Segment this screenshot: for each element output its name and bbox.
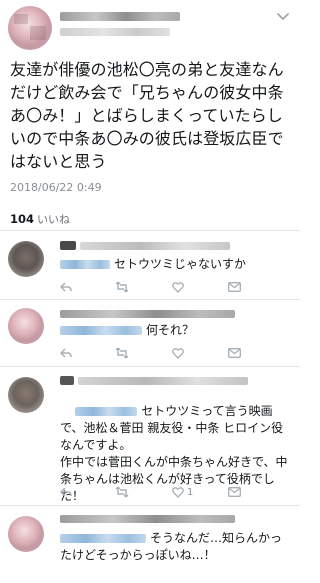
reply-text-line: 何それ？ xyxy=(60,322,194,339)
message-button[interactable] xyxy=(228,346,241,360)
display-name-redacted[interactable] xyxy=(60,515,235,523)
like-button[interactable]: 1 xyxy=(172,485,193,499)
tweet-text: 友達が俳優の池松〇亮の弟と友達なんだけど飲み会で「兄ちゃんの彼女中条あ〇み！」と… xyxy=(10,60,284,171)
reply-text: 何それ？ xyxy=(146,323,195,337)
avatar[interactable] xyxy=(8,308,44,344)
main-tweet: 友達が俳優の池松〇亮の弟と友達なんだけど飲み会で「兄ちゃんの彼女中条あ〇み！」と… xyxy=(0,0,300,230)
mention-redacted[interactable] xyxy=(60,534,146,543)
reply-tweet[interactable]: 何それ？ xyxy=(0,300,300,366)
retweet-icon xyxy=(115,347,129,359)
mail-icon xyxy=(228,348,241,358)
reply-button[interactable] xyxy=(60,346,72,360)
mention-redacted[interactable] xyxy=(60,326,142,335)
reply-icon xyxy=(60,487,72,497)
reply-text-line: セトウツミって言う映画で、池松＆菅田 親友役・中条 ヒロイン役なんですよ。 作中… xyxy=(60,386,288,522)
reply-button[interactable] xyxy=(60,485,72,499)
avatar[interactable] xyxy=(8,377,44,413)
retweet-button[interactable] xyxy=(115,485,129,499)
like-button[interactable] xyxy=(172,280,184,294)
mention-redacted[interactable] xyxy=(75,407,138,416)
like-label: いいね xyxy=(37,213,71,226)
tweet-actions xyxy=(60,280,280,294)
message-button[interactable] xyxy=(228,280,241,294)
like-count: 1 xyxy=(187,486,194,498)
like-button[interactable] xyxy=(172,346,184,360)
display-name-redacted[interactable] xyxy=(80,242,230,250)
avatar[interactable] xyxy=(8,6,52,50)
reply-text-line: そうなんだ…知らんかったけどそっからっぽいね…！ xyxy=(60,530,288,564)
like-icon xyxy=(172,282,184,293)
like-count: 104 xyxy=(10,212,35,226)
reply-tweet[interactable]: セトウツミって言う映画で、池松＆菅田 親友役・中条 ヒロイン役なんですよ。 作中… xyxy=(0,367,300,505)
reply-button[interactable] xyxy=(60,280,72,294)
retweet-icon xyxy=(115,281,129,293)
retweet-button[interactable] xyxy=(115,346,129,360)
display-name-redacted[interactable] xyxy=(60,310,235,318)
tweet-actions xyxy=(60,346,280,360)
reply-icon xyxy=(60,348,72,358)
reply-icon xyxy=(60,282,72,292)
retweet-icon xyxy=(115,486,129,498)
display-name-redacted[interactable] xyxy=(60,241,76,250)
avatar[interactable] xyxy=(8,241,44,277)
reply-tweet[interactable]: そうなんだ…知らんかったけどそっからっぽいね…！ xyxy=(0,506,300,583)
username-redacted[interactable] xyxy=(60,28,170,36)
tweet-timestamp: 2018/06/22 0:49 xyxy=(10,181,102,194)
like-icon xyxy=(172,348,184,359)
retweet-button[interactable] xyxy=(115,280,129,294)
display-name-redacted[interactable] xyxy=(60,376,74,385)
display-name-redacted[interactable] xyxy=(78,377,248,385)
mention-redacted[interactable] xyxy=(60,260,110,269)
chevron-down-icon[interactable] xyxy=(276,12,290,22)
display-name-redacted[interactable] xyxy=(60,12,180,21)
mail-icon xyxy=(228,487,241,497)
reply-tweet[interactable]: セトウツミじゃないすか xyxy=(0,231,300,299)
avatar[interactable] xyxy=(8,516,44,552)
like-icon xyxy=(172,487,184,498)
reply-text: セトウツミじゃないすか xyxy=(114,257,247,271)
message-button[interactable] xyxy=(228,485,241,499)
like-count-line[interactable]: 104 いいね xyxy=(10,211,70,227)
tweet-actions: 1 xyxy=(60,485,280,499)
mail-icon xyxy=(228,282,241,292)
reply-text-line: セトウツミじゃないすか xyxy=(60,256,246,273)
